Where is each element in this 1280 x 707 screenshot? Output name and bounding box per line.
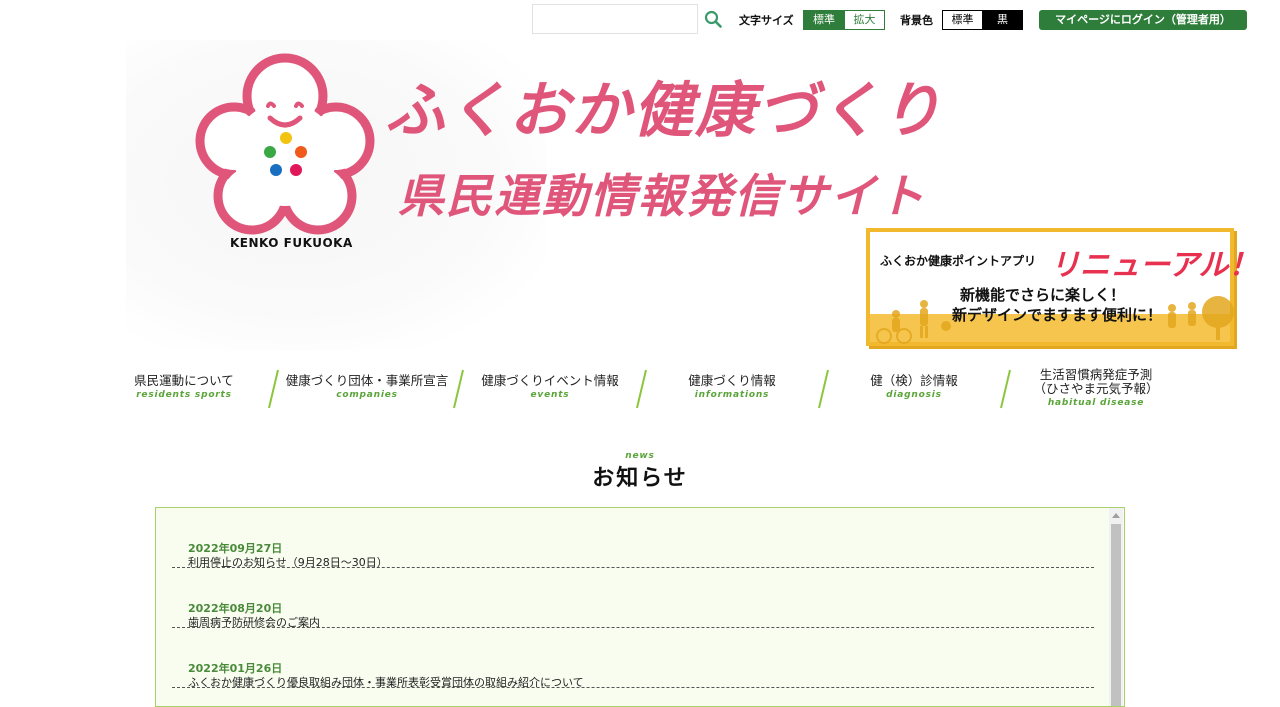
nav-item-events[interactable]: 健康づくりイベント情報 events — [472, 374, 628, 416]
nav-separator — [818, 369, 829, 409]
nav-separator — [1000, 369, 1011, 409]
news-panel: 2022年09月27日 利用停止のお知らせ（9月28日～30日） 2022年08… — [155, 507, 1125, 707]
background-standard-button[interactable]: 標準 — [942, 10, 983, 30]
kenko-fukuoka-logo[interactable] — [190, 46, 380, 256]
font-size-large-button[interactable]: 拡大 — [844, 10, 885, 30]
nav-separator — [453, 369, 464, 409]
news-title[interactable]: ふくおか健康づくり優良取組み団体・事業所表彰受賞団体の取組み紹介について — [188, 674, 584, 690]
news-item[interactable]: 2022年08月20日 歯周病予防研修会のご案内 — [172, 568, 1094, 629]
nav-item-companies[interactable]: 健康づくり団体・事業所宣言 companies — [282, 374, 452, 416]
app-name: ふくおか健康ポイントアプリ — [880, 254, 1037, 268]
font-size-standard-button[interactable]: 標準 — [803, 10, 845, 30]
search-input[interactable] — [532, 4, 698, 34]
app-renewal-banner[interactable]: ふくおか健康ポイントアプリ リニューアル！ 新機能でさらに楽しく！ 新デザインで… — [866, 228, 1259, 346]
background-color-label: 背景色 — [900, 14, 933, 27]
scroll-up-arrow-icon[interactable] — [1112, 513, 1120, 518]
banner-line-1: 新機能でさらに楽しく！ — [960, 286, 1126, 304]
news-list: 2022年09月27日 利用停止のお知らせ（9月28日～30日） 2022年08… — [172, 508, 1094, 690]
site-title: ふくおか健康づくり — [385, 76, 943, 146]
nav-item-residents[interactable]: 県民運動について residents sports — [126, 374, 242, 416]
site-subtitle: 県民運動情報発信サイト — [398, 169, 926, 223]
nav-separator — [268, 369, 279, 409]
login-button[interactable]: マイページにログイン（管理者用） — [1039, 10, 1247, 30]
nav-item-informations[interactable]: 健康づくり情報 informations — [666, 374, 798, 416]
news-scrollbar[interactable] — [1109, 508, 1123, 706]
nav-item-habitual-disease[interactable]: 生活習慣病発症予測 （ひさやま元気予報） habitual disease — [1022, 368, 1170, 410]
banner-line-2: 新デザインでますます便利に！ — [952, 306, 1163, 324]
scrollbar-thumb[interactable] — [1111, 524, 1121, 706]
font-size-label: 文字サイズ — [739, 14, 794, 27]
search-icon[interactable] — [704, 10, 722, 28]
news-item[interactable]: 2022年09月27日 利用停止のお知らせ（9月28日～30日） — [172, 508, 1094, 569]
renewal-headline: リニューアル！ — [1050, 248, 1259, 283]
background-black-button[interactable]: 黒 — [982, 10, 1023, 30]
news-item[interactable]: 2022年01月26日 ふくおか健康づくり優良取組み団体・事業所表彰受賞団体の取… — [172, 628, 1094, 690]
logo-caption: KENKO FUKUOKA — [230, 236, 353, 250]
nav-separator — [636, 369, 647, 409]
global-nav: 県民運動について residents sports 健康づくり団体・事業所宣言 … — [126, 368, 1166, 410]
news-heading: お知らせ — [592, 466, 688, 491]
nav-item-diagnosis[interactable]: 健（検）診情報 diagnosis — [848, 374, 980, 416]
